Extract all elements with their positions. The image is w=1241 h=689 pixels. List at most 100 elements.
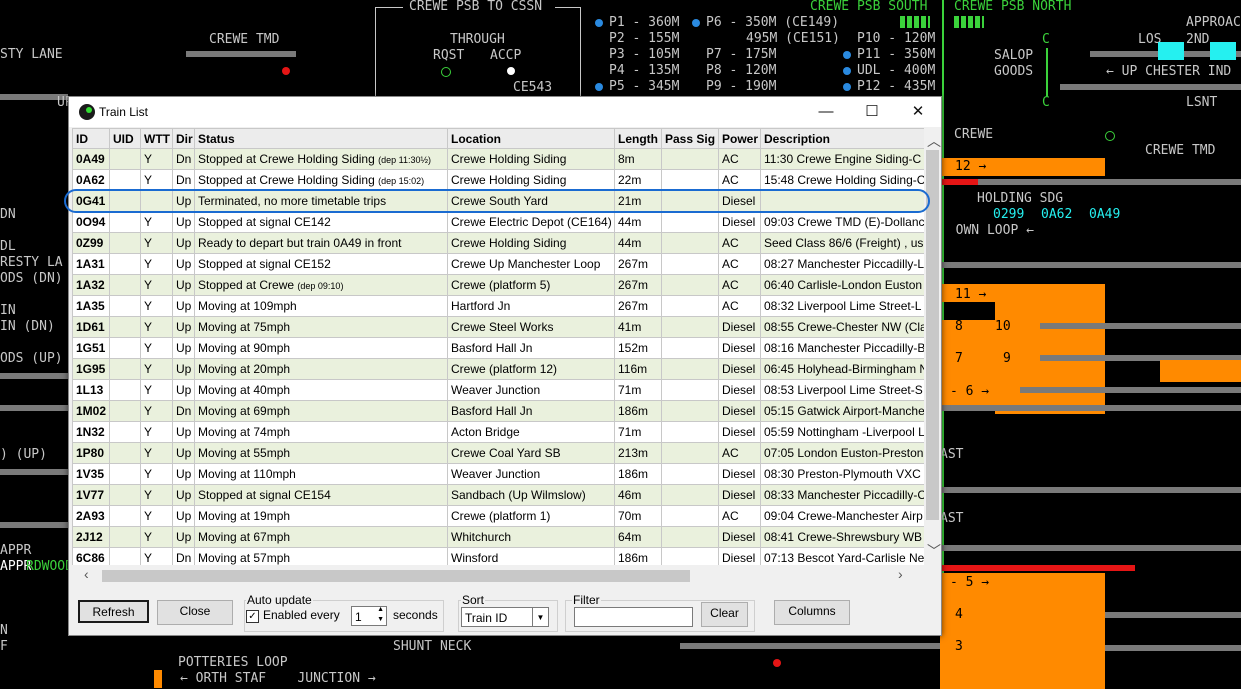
cell-uid — [109, 337, 141, 359]
table-row[interactable]: 1M02 Y Dn Moving at 69mph Basford Hall Jn 186… — [72, 400, 924, 422]
cell-length: 44m — [614, 211, 662, 233]
minimize-button[interactable]: — — [803, 97, 849, 127]
cell-pass-sig — [661, 253, 719, 275]
track-segment — [0, 522, 68, 528]
platform-p11: P11 - 350M — [857, 47, 936, 62]
table-row[interactable]: 1A31 Y Up Stopped at signal CE152 Crewe Up M… — [72, 253, 924, 275]
platform-p1: P1 - 360M — [609, 15, 680, 30]
scroll-left-icon[interactable]: ‹ — [84, 566, 89, 582]
scroll-down-icon[interactable]: ﹀ — [927, 541, 941, 561]
column-header-wtt[interactable]: WTT — [140, 128, 173, 149]
table-row[interactable]: 1V77 Y Up Stopped at signal CE154 Sandbach (… — [72, 484, 924, 506]
interval-spinner[interactable]: 1 ▲ ▼ — [351, 606, 387, 626]
cell-dir: Up — [172, 442, 195, 464]
column-header-pass-sig[interactable]: Pass Sig — [661, 128, 719, 149]
table-row[interactable]: 0A49 Y Dn Stopped at Crewe Holding Siding (… — [72, 148, 924, 170]
label-own-loop: OWN LOOP ← — [955, 223, 1034, 238]
cell-power: AC — [718, 253, 761, 275]
table-row[interactable]: 1P80 Y Up Moving at 55mph Crewe Coal Yard SB… — [72, 442, 924, 464]
track-segment-red — [940, 565, 1135, 571]
column-header-id[interactable]: ID — [72, 128, 110, 149]
table-row[interactable]: 0A62 Y Dn Stopped at Crewe Holding Siding (… — [72, 169, 924, 191]
cell-location: Hartford Jn — [447, 295, 615, 317]
filter-input[interactable] — [574, 607, 693, 627]
column-header-length[interactable]: Length — [614, 128, 662, 149]
cell-location: Weaver Junction — [447, 463, 615, 485]
label-in: RESTY LA — [0, 255, 63, 270]
cell-description: Seed Class 86/6 (Freight) , us — [760, 232, 924, 254]
maximize-button[interactable]: ☐ — [849, 97, 895, 127]
cell-description: 15:48 Crewe Holding Siding-C — [760, 169, 924, 191]
table-row[interactable]: 2A93 Y Up Moving at 19mph Crewe (platform 1)… — [72, 505, 924, 527]
track-number-11: 11 → — [955, 287, 987, 302]
cell-location: Winsford — [447, 547, 615, 565]
table-row[interactable]: 1L13 Y Up Moving at 40mph Weaver Junction 71m… — [72, 379, 924, 401]
close-window-button[interactable]: ✕ — [895, 97, 941, 127]
close-button[interactable]: Close — [157, 600, 233, 625]
clear-button[interactable]: Clear — [701, 602, 748, 627]
refresh-button[interactable]: Refresh — [78, 600, 149, 623]
column-header-power[interactable]: Power — [718, 128, 761, 149]
table-row[interactable]: 0O94 Y Up Stopped at signal CE142 Crewe Elec… — [72, 211, 924, 233]
table-row[interactable]: 1V35 Y Up Moving at 110mph Weaver Junction 18… — [72, 463, 924, 485]
table-row[interactable]: 1A35 Y Up Moving at 109mph Hartford Jn 267m AC… — [72, 295, 924, 317]
cell-wtt: Y — [140, 526, 173, 548]
train-list-window: Train List — ☐ ✕ ID UID WTT Dir Status Locati… — [68, 96, 942, 636]
spinner-arrows-icon[interactable]: ▲ ▼ — [377, 605, 384, 625]
label-in-dn: ODS (DN) — [0, 271, 63, 286]
table-header-row: ID UID WTT Dir Status Location Length Pass Sig P… — [72, 128, 924, 149]
horizontal-scroll-thumb[interactable] — [102, 570, 690, 582]
cell-uid — [109, 358, 141, 380]
enabled-checkbox[interactable]: ✓ — [246, 610, 259, 623]
table-row[interactable]: 1N32 Y Up Moving at 74mph Acton Bridge 71m Die… — [72, 421, 924, 443]
cell-location: Crewe Coal Yard SB — [447, 442, 615, 464]
title-bar[interactable]: Train List — ☐ ✕ — [69, 97, 941, 127]
table-row[interactable]: 2J12 Y Up Moving at 67mph Whitchurch 64m Diese… — [72, 526, 924, 548]
table-row[interactable]: 6C86 Y Dn Moving at 57mph Winsford 186m Diesel… — [72, 547, 924, 565]
column-header-location[interactable]: Location — [447, 128, 615, 149]
cell-description: 08:16 Manchester Piccadilly-B — [760, 337, 924, 359]
column-header-dir[interactable]: Dir — [172, 128, 195, 149]
label-goods: GOODS — [994, 64, 1034, 79]
cell-pass-sig — [661, 400, 719, 422]
label-through: THROUGH — [450, 32, 505, 47]
table-row[interactable]: 1G95 Y Up Moving at 20mph Crewe (platform 12… — [72, 358, 924, 380]
track-occupied — [1160, 360, 1241, 382]
cell-status: Stopped at Crewe (dep 09:10) — [194, 274, 448, 296]
chevron-down-icon[interactable]: ▼ — [532, 608, 548, 626]
cell-pass-sig — [661, 358, 719, 380]
scroll-right-icon[interactable]: › — [898, 566, 903, 582]
table-row[interactable]: 1G51 Y Up Moving at 90mph Basford Hall Jn 152… — [72, 337, 924, 359]
columns-button[interactable]: Columns — [774, 600, 850, 625]
cell-id: 0O94 — [72, 211, 110, 233]
table-row[interactable]: 1D61 Y Up Moving at 75mph Crewe Steel Works 4… — [72, 316, 924, 338]
cell-pass-sig — [661, 169, 719, 191]
cell-uid — [109, 253, 141, 275]
column-header-uid[interactable]: UID — [109, 128, 141, 149]
track-number-7: 7 — [955, 351, 963, 366]
cell-wtt: Y — [140, 484, 173, 506]
platform-p7: P7 - 175M — [706, 47, 777, 62]
column-header-status[interactable]: Status — [194, 128, 448, 149]
track-number-6: - 6 → — [950, 384, 990, 399]
table-row[interactable]: 1A32 Y Up Stopped at Crewe (dep 09:10) Crewe… — [72, 274, 924, 296]
horizontal-scrollbar[interactable]: ‹ › — [72, 566, 924, 584]
cell-pass-sig — [661, 232, 719, 254]
cell-power: Diesel — [718, 316, 761, 338]
cell-uid — [109, 169, 141, 191]
track-segment — [940, 262, 1241, 268]
scroll-up-icon[interactable]: ︿ — [927, 131, 941, 151]
label-crewe-psb-north: CREWE PSB NORTH — [954, 0, 1072, 14]
platform-p12: P12 - 435M — [857, 79, 936, 94]
column-header-description[interactable]: Description — [760, 128, 924, 149]
sort-select[interactable]: Train ID ▼ — [461, 607, 549, 627]
table-row[interactable]: 0Z99 Y Up Ready to depart but train 0A49 in… — [72, 232, 924, 254]
label-rqst: RQST — [433, 48, 465, 63]
status-text: Stopped at Crewe Holding Siding — [198, 152, 375, 166]
cell-description: 11:30 Crewe Engine Siding-C — [760, 148, 924, 170]
cell-dir: Dn — [172, 400, 195, 422]
cell-id: 1D61 — [72, 316, 110, 338]
cell-dir: Up — [172, 253, 195, 275]
cell-power: AC — [718, 232, 761, 254]
auto-update-label: Auto update — [246, 593, 313, 607]
